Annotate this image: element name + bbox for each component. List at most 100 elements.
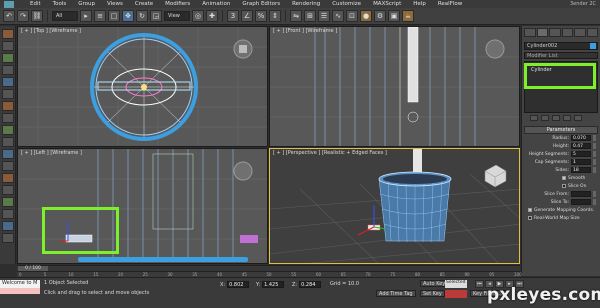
menu-tools[interactable]: Tools: [47, 1, 73, 7]
viewport-top[interactable]: [ + ] [Top ] [Wireframe ]: [17, 26, 268, 147]
modifier-stack[interactable]: Cylinder: [524, 61, 598, 113]
maxscript-listener[interactable]: Welcome to M: [0, 280, 40, 288]
link-icon[interactable]: ⛓: [31, 10, 43, 22]
param-value[interactable]: 0.070: [571, 135, 591, 141]
param-value[interactable]: 0.47: [571, 143, 591, 149]
slice-on-checkbox[interactable]: [562, 184, 566, 188]
spinner-icon[interactable]: [593, 191, 596, 197]
menu-views[interactable]: Views: [101, 1, 129, 7]
spinner-icon[interactable]: [593, 151, 596, 157]
show-end-result-icon[interactable]: [541, 115, 549, 121]
add-time-tag-button[interactable]: Add Time Tag: [376, 290, 416, 297]
modify-tab-icon[interactable]: [536, 28, 548, 37]
tool-icon[interactable]: [1, 65, 14, 75]
render-setup-icon[interactable]: ⚙: [374, 10, 386, 22]
hierarchy-tab-icon[interactable]: [549, 28, 561, 37]
menu-edit[interactable]: Edit: [24, 1, 47, 7]
make-unique-icon[interactable]: [552, 115, 560, 121]
object-color-swatch[interactable]: [590, 43, 596, 49]
curve-editor-icon[interactable]: ∿: [332, 10, 344, 22]
snap-toggle-icon[interactable]: 3: [227, 10, 239, 22]
tool-icon[interactable]: [1, 197, 14, 207]
material-editor-icon[interactable]: ●: [360, 10, 372, 22]
smooth-checkbox-row[interactable]: Smooth: [522, 174, 600, 182]
tool-icon[interactable]: [1, 53, 14, 63]
parameters-rollout-header[interactable]: Parameters: [524, 126, 598, 134]
tool-icon[interactable]: [1, 161, 14, 171]
spinner-icon[interactable]: [593, 159, 596, 165]
align-icon[interactable]: ⊞: [304, 10, 316, 22]
display-tab-icon[interactable]: [574, 28, 586, 37]
tool-icon[interactable]: [1, 29, 14, 39]
menu-maxscript[interactable]: MAXScript: [367, 1, 407, 7]
selection-filter-dropdown[interactable]: All: [52, 11, 78, 21]
menu-create[interactable]: Create: [129, 1, 159, 7]
gen-mapping-checkbox[interactable]: [528, 208, 532, 212]
param-value[interactable]: 1: [571, 159, 591, 165]
param-value[interactable]: 18: [571, 167, 591, 173]
rendered-frame-icon[interactable]: ▣: [388, 10, 400, 22]
percent-snap-icon[interactable]: %: [255, 10, 267, 22]
selected-dropdown[interactable]: Selected: [445, 280, 467, 288]
go-to-start-icon[interactable]: ⏮: [475, 280, 484, 288]
real-world-checkbox-row[interactable]: Real-World Map Size: [522, 214, 600, 222]
redo-icon[interactable]: ↷: [17, 10, 29, 22]
tool-icon[interactable]: [1, 101, 14, 111]
tool-icon[interactable]: [1, 89, 14, 99]
undo-icon[interactable]: ↶: [3, 10, 15, 22]
coord-x-field[interactable]: 0.802: [227, 281, 250, 288]
viewport-perspective-label[interactable]: [ + ] [Perspective ] [Realistic + Edged …: [273, 150, 387, 156]
menu-rendering[interactable]: Rendering: [286, 1, 326, 7]
object-name-field[interactable]: Cylinder002: [524, 42, 598, 50]
spinner-snap-icon[interactable]: ⇕: [269, 10, 281, 22]
tool-icon[interactable]: [1, 209, 14, 219]
mirror-icon[interactable]: ⇋: [290, 10, 302, 22]
reference-coord-dropdown[interactable]: View: [164, 11, 190, 21]
param-value[interactable]: [571, 199, 591, 205]
utilities-tab-icon[interactable]: [586, 28, 598, 37]
select-scale-icon[interactable]: ◲: [150, 10, 162, 22]
viewport-front[interactable]: [ + ] [Front ] [Wireframe ]: [269, 26, 520, 147]
menu-realflow[interactable]: RealFlow: [432, 1, 468, 7]
tool-icon[interactable]: [1, 221, 14, 231]
tool-icon[interactable]: [1, 149, 14, 159]
configure-sets-icon[interactable]: [574, 115, 582, 121]
tool-icon[interactable]: [1, 77, 14, 87]
motion-tab-icon[interactable]: [561, 28, 573, 37]
spinner-icon[interactable]: [593, 135, 596, 141]
remove-modifier-icon[interactable]: [563, 115, 571, 121]
menu-customize[interactable]: Customize: [326, 1, 367, 7]
create-tab-icon[interactable]: [524, 28, 536, 37]
pin-stack-icon[interactable]: [530, 115, 538, 121]
select-object-icon[interactable]: ▸: [80, 10, 92, 22]
gen-mapping-checkbox-row[interactable]: Generate Mapping Coords.: [522, 206, 600, 214]
coord-y-field[interactable]: 1.425: [262, 281, 285, 288]
param-value[interactable]: 5: [571, 151, 591, 157]
tool-icon[interactable]: [1, 113, 14, 123]
select-manipulate-icon[interactable]: ✚: [206, 10, 218, 22]
menu-modifiers[interactable]: Modifiers: [159, 1, 196, 7]
menu-animation[interactable]: Animation: [196, 1, 236, 7]
spinner-icon[interactable]: [593, 199, 596, 205]
real-world-checkbox[interactable]: [528, 216, 532, 220]
select-by-name-icon[interactable]: ≡: [94, 10, 106, 22]
tool-icon[interactable]: [1, 233, 14, 243]
set-key-button[interactable]: Set Key: [420, 290, 445, 297]
app-logo-icon[interactable]: [4, 0, 14, 8]
slice-on-checkbox-row[interactable]: Slice On: [522, 182, 600, 190]
tool-icon[interactable]: [1, 125, 14, 135]
modifier-list-dropdown[interactable]: Modifier List: [524, 52, 598, 59]
spinner-icon[interactable]: [593, 167, 596, 173]
rect-selection-icon[interactable]: □: [108, 10, 120, 22]
tool-icon[interactable]: [1, 185, 14, 195]
viewport-front-label[interactable]: [ + ] [Front ] [Wireframe ]: [273, 28, 337, 34]
viewport-top-label[interactable]: [ + ] [Top ] [Wireframe ]: [21, 28, 81, 34]
tool-icon[interactable]: [1, 41, 14, 51]
render-production-icon[interactable]: ☕: [402, 10, 414, 22]
key-mode-icon[interactable]: [445, 290, 467, 298]
menu-group[interactable]: Group: [72, 1, 101, 7]
spinner-icon[interactable]: [593, 143, 596, 149]
coord-z-field[interactable]: 0.284: [299, 281, 322, 288]
pivot-icon[interactable]: ◎: [192, 10, 204, 22]
smooth-checkbox[interactable]: [562, 176, 566, 180]
